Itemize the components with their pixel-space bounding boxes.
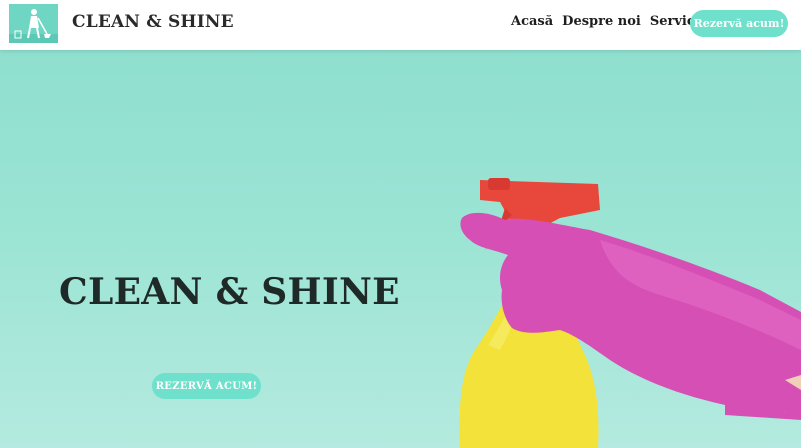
brand-name: CLEAN & SHINE	[72, 12, 234, 32]
hero-title: CLEAN & SHINE	[59, 271, 400, 313]
spray-bottle-glove-image	[459, 178, 801, 448]
site-header: CLEAN & SHINE Acasă Despre noi Servicii …	[0, 0, 801, 50]
main-nav: Acasă Despre noi Servicii	[511, 14, 705, 29]
hero-section: CLEAN & SHINE REZERVĂ ACUM!	[0, 50, 801, 448]
cleaning-person-logo-icon	[9, 4, 58, 43]
logo[interactable]	[9, 4, 58, 43]
hero-book-now-button[interactable]: REZERVĂ ACUM!	[152, 373, 261, 399]
nav-link-about[interactable]: Despre noi	[562, 14, 641, 29]
book-now-button[interactable]: Rezervă acum!	[690, 10, 788, 37]
nav-link-home[interactable]: Acasă	[511, 14, 553, 29]
